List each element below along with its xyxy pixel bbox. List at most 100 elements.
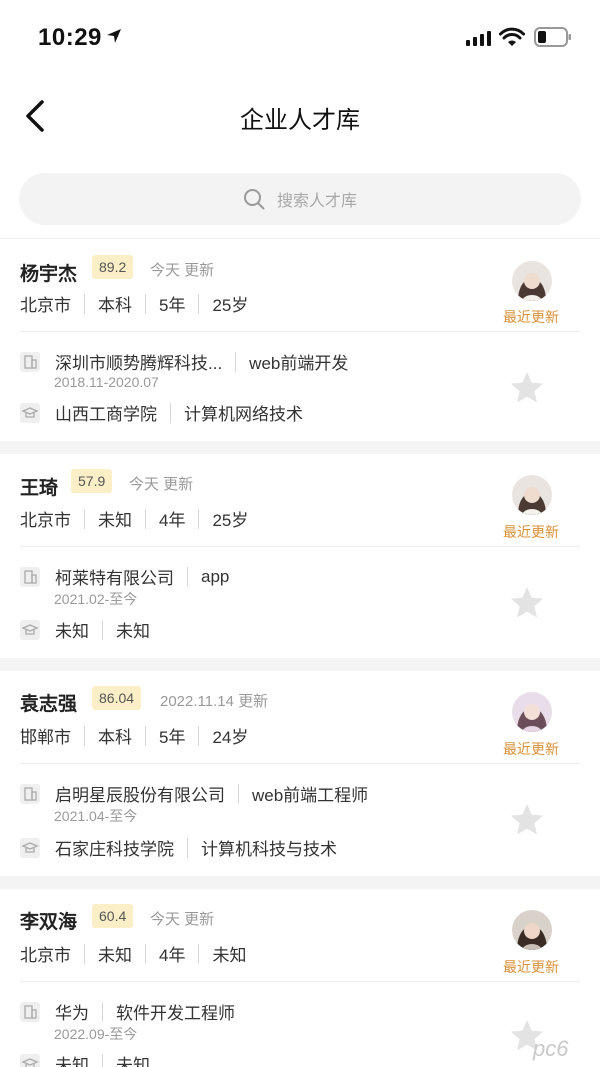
major: 计算机网络技术 — [184, 405, 303, 424]
company: 启明星辰股份有限公司 — [55, 786, 225, 805]
favorite-star-icon[interactable] — [509, 370, 545, 406]
search-icon — [243, 189, 265, 210]
company: 深圳市顺势腾辉科技... — [55, 354, 223, 373]
avatar — [512, 261, 552, 301]
education-row: 石家庄科技学院 计算机科技与技术 — [20, 835, 337, 860]
job-title: web前端工程师 — [252, 786, 369, 805]
school: 未知 — [55, 622, 89, 641]
city: 邯郸市 — [20, 728, 71, 747]
recent-update-tag: 最近更新 — [503, 309, 559, 325]
building-icon — [20, 351, 40, 372]
work-experience-row: 深圳市顺势腾辉科技... web前端开发 — [20, 349, 348, 374]
avatar — [512, 692, 552, 732]
card-separator — [0, 441, 600, 454]
major: 未知 — [116, 622, 150, 641]
education-row: 未知 未知 — [20, 617, 150, 642]
recent-update-tag: 最近更新 — [503, 741, 559, 757]
work-experience-row: 华为 软件开发工程师 — [20, 999, 235, 1024]
nav-header: 企业人才库 — [0, 76, 600, 156]
age: 未知 — [212, 946, 247, 965]
avatar — [512, 910, 552, 950]
city: 北京市 — [20, 296, 71, 315]
building-icon — [20, 1001, 40, 1022]
candidate-name: 李双海 — [20, 912, 78, 933]
search-input[interactable]: 搜索人才库 — [19, 173, 581, 225]
wifi-icon — [499, 27, 525, 46]
card-separator — [0, 876, 600, 889]
watermark: pc6 — [533, 1036, 569, 1061]
school: 未知 — [55, 1056, 89, 1067]
favorite-star-icon[interactable] — [509, 585, 545, 621]
status-bar: 10:29 — [0, 0, 600, 76]
score-badge: 57.9 — [71, 469, 113, 493]
work-period: 2018.11-2020.07 — [54, 374, 159, 390]
candidate-card[interactable]: 袁志强 86.04 2022.11.14 更新 邯郸市 本科 5年 24岁 最近… — [0, 671, 600, 876]
school: 石家庄科技学院 — [55, 840, 174, 859]
graduation-cap-icon — [20, 402, 40, 423]
graduation-cap-icon — [20, 837, 40, 858]
city: 北京市 — [20, 946, 71, 965]
graduation-cap-icon — [20, 619, 40, 640]
candidate-name: 袁志强 — [20, 694, 78, 715]
candidate-name: 杨宇杰 — [20, 264, 78, 285]
city: 北京市 — [20, 511, 71, 530]
building-icon — [20, 566, 40, 587]
divider — [20, 763, 580, 764]
school: 山西工商学院 — [55, 405, 157, 424]
score-badge: 86.04 — [92, 686, 142, 710]
battery-icon — [534, 27, 571, 47]
work-period: 2021.04-至今 — [54, 808, 138, 824]
recent-update-tag: 最近更新 — [503, 959, 559, 975]
candidate-card[interactable]: 李双海 60.4 今天 更新 北京市 未知 4年 未知 最近更新 华为 软件开发… — [0, 889, 600, 1067]
candidate-card[interactable]: 王琦 57.9 今天 更新 北京市 未知 4年 25岁 最近更新 柯莱特有限公司… — [0, 454, 600, 658]
favorite-star-icon[interactable] — [509, 802, 545, 838]
work-period: 2021.02-至今 — [54, 591, 138, 607]
updated-time: 今天 更新 — [129, 476, 194, 493]
cellular-signal-icon — [466, 31, 491, 46]
divider — [20, 546, 580, 547]
candidate-meta: 北京市 本科 5年 25岁 — [20, 291, 248, 316]
major: 计算机科技与技术 — [201, 840, 337, 859]
divider — [20, 981, 580, 982]
updated-time: 今天 更新 — [150, 911, 215, 928]
education: 未知 — [98, 946, 132, 965]
experience: 4年 — [159, 946, 186, 965]
major: 未知 — [116, 1056, 150, 1067]
candidate-meta: 北京市 未知 4年 未知 — [20, 941, 246, 966]
education: 本科 — [98, 296, 132, 315]
age: 25岁 — [212, 296, 249, 315]
building-icon — [20, 783, 40, 804]
education: 本科 — [98, 728, 132, 747]
graduation-cap-icon — [20, 1053, 40, 1067]
age: 24岁 — [212, 728, 249, 747]
job-title: app — [201, 566, 230, 586]
updated-time: 今天 更新 — [150, 262, 215, 279]
card-separator — [0, 658, 600, 671]
candidate-name: 王琦 — [20, 478, 59, 499]
age: 25岁 — [212, 511, 249, 530]
company: 柯莱特有限公司 — [55, 569, 174, 588]
recent-update-tag: 最近更新 — [503, 524, 559, 540]
job-title: 软件开发工程师 — [116, 1004, 235, 1023]
candidate-card[interactable]: 杨宇杰 89.2 今天 更新 北京市 本科 5年 25岁 最近更新 深圳市顺势腾… — [0, 239, 600, 441]
company: 华为 — [55, 1004, 89, 1023]
updated-time: 2022.11.14 更新 — [160, 693, 269, 710]
experience: 5年 — [159, 728, 186, 747]
education-row: 山西工商学院 计算机网络技术 — [20, 400, 303, 425]
divider — [20, 331, 580, 332]
education: 未知 — [98, 511, 132, 530]
candidate-meta: 北京市 未知 4年 25岁 — [20, 506, 248, 531]
education-row: 未知 未知 — [20, 1051, 150, 1067]
work-experience-row: 柯莱特有限公司 app — [20, 564, 229, 589]
work-period: 2022.09-至今 — [54, 1026, 138, 1042]
candidate-meta: 邯郸市 本科 5年 24岁 — [20, 723, 248, 748]
job-title: web前端开发 — [249, 354, 349, 373]
experience: 4年 — [159, 511, 186, 530]
work-experience-row: 启明星辰股份有限公司 web前端工程师 — [20, 781, 368, 806]
page-title: 企业人才库 — [240, 107, 360, 134]
score-badge: 60.4 — [92, 904, 134, 928]
experience: 5年 — [159, 296, 186, 315]
search-placeholder: 搜索人才库 — [276, 193, 357, 210]
avatar — [512, 475, 552, 515]
score-badge: 89.2 — [92, 255, 134, 279]
